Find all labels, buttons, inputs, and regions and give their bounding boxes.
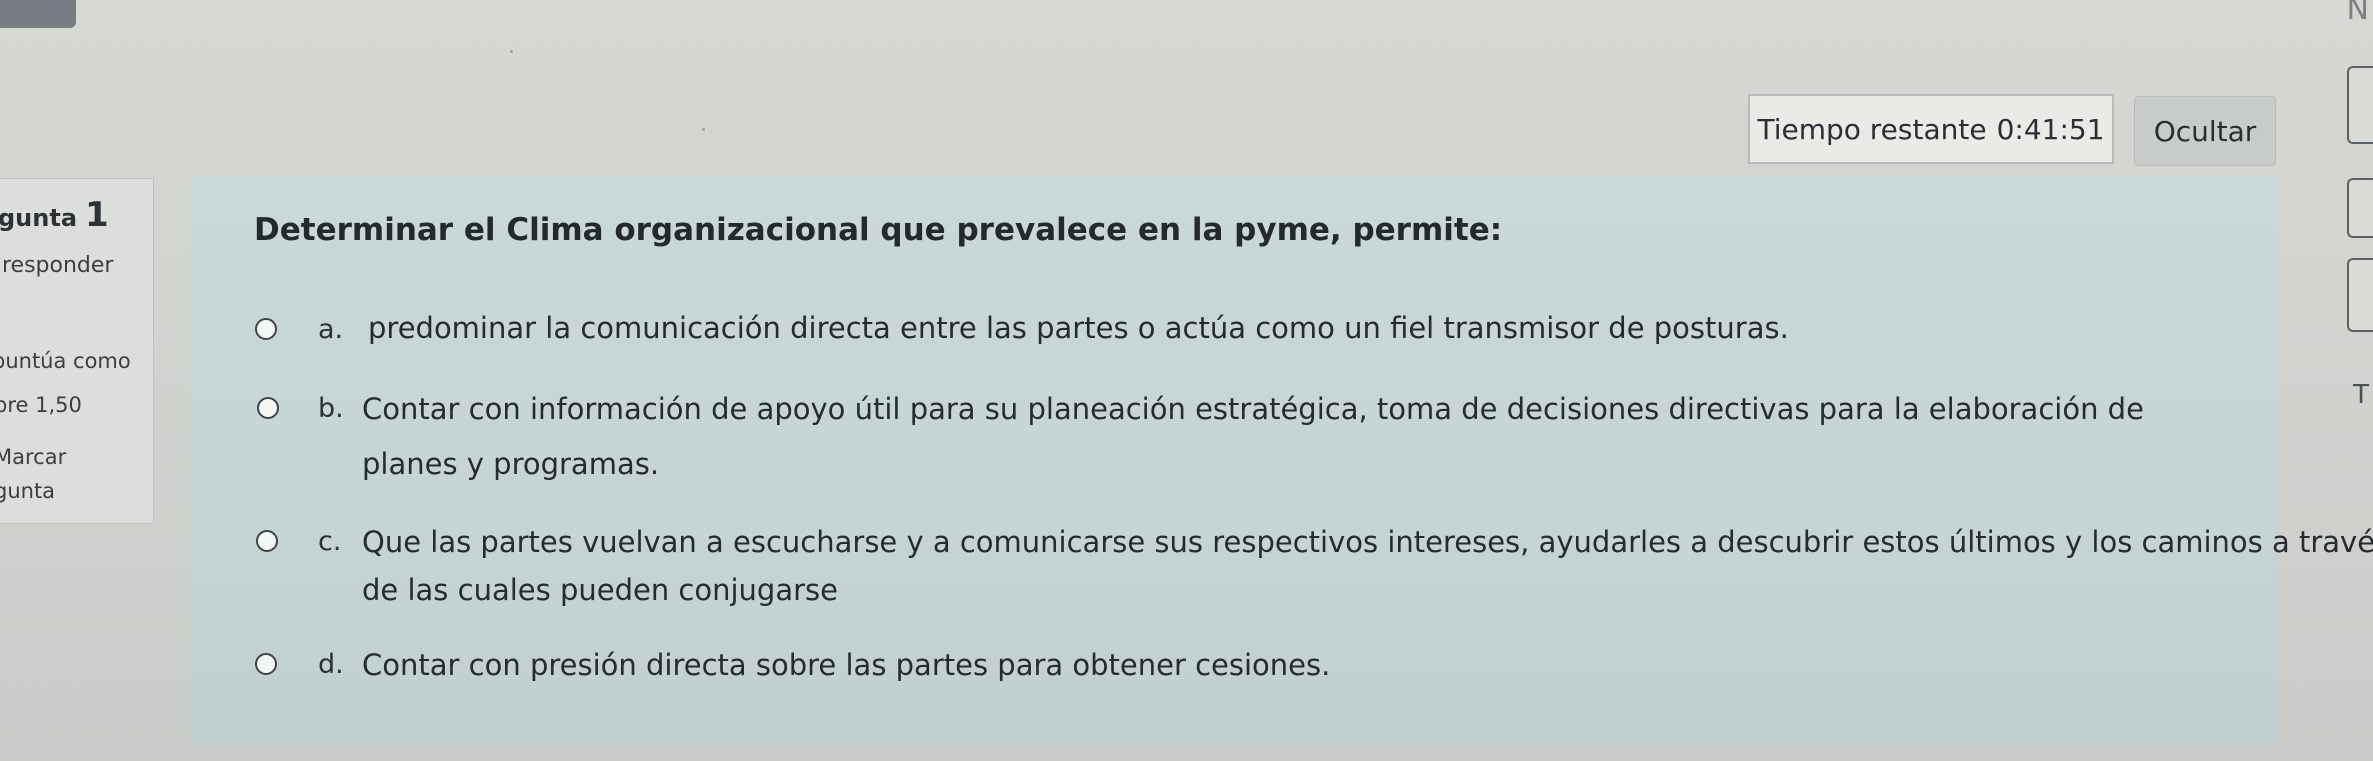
option-text-d: Contar con presión directa sobre las par… bbox=[362, 648, 1331, 682]
option-text-c-line-1: Que las partes vuelvan a escucharse y a … bbox=[362, 525, 2373, 559]
radio-button-b[interactable] bbox=[257, 397, 279, 419]
timer-display: Tiempo restante 0:41:51 bbox=[1748, 94, 2114, 164]
edge-glyph: T bbox=[2353, 380, 2369, 410]
option-letter-b: b. bbox=[318, 393, 344, 424]
nav-box-edge-2[interactable] bbox=[2347, 178, 2373, 238]
hide-timer-button[interactable]: Ocultar bbox=[2134, 96, 2276, 166]
option-text-b-line-1: Contar con información de apoyo útil par… bbox=[362, 392, 2144, 426]
question-info-panel: gunta 1 responder puntúa como bre 1,50 Ma… bbox=[0, 178, 154, 524]
nav-box-edge-3[interactable] bbox=[2347, 258, 2373, 332]
question-number: 1 bbox=[85, 195, 109, 235]
question-score-line-2: bre 1,50 bbox=[0, 393, 82, 417]
speck bbox=[510, 50, 513, 53]
flag-question-link-line-2[interactable]: gunta bbox=[0, 479, 55, 503]
top-left-tab bbox=[0, 0, 76, 28]
radio-button-c[interactable] bbox=[256, 530, 278, 552]
option-text-a: predominar la comunicación directa entre… bbox=[368, 311, 1789, 345]
option-text-c-line-2: de las cuales pueden conjugarse bbox=[362, 573, 838, 607]
radio-button-a[interactable] bbox=[255, 318, 277, 340]
radio-button-d[interactable] bbox=[255, 653, 277, 675]
flag-question-link-line-1[interactable]: Marcar bbox=[0, 445, 66, 469]
timer-label: Tiempo restante bbox=[1757, 112, 1987, 146]
option-letter-c: c. bbox=[318, 526, 342, 557]
option-text-b-line-2: planes y programas. bbox=[362, 447, 660, 481]
question-text: Determinar el Clima organizacional que p… bbox=[254, 212, 1503, 248]
question-number-heading: gunta 1 bbox=[0, 195, 109, 235]
speck bbox=[702, 128, 705, 131]
option-letter-a: a. bbox=[318, 314, 344, 345]
corner-glyph: N bbox=[2346, 0, 2369, 27]
timer-value: 0:41:51 bbox=[1996, 112, 2105, 146]
nav-box-edge-1[interactable] bbox=[2347, 66, 2373, 144]
question-score-line-1: puntúa como bbox=[0, 349, 131, 373]
question-heading-label: gunta bbox=[0, 204, 78, 232]
option-letter-d: d. bbox=[318, 649, 344, 680]
question-state: responder bbox=[2, 253, 114, 278]
